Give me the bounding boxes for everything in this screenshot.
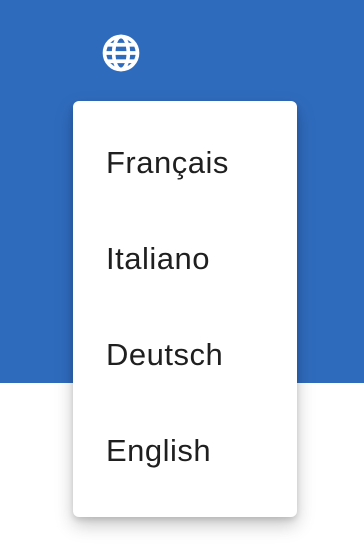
language-option-italian[interactable]: Italiano: [73, 211, 297, 307]
language-option-label: Deutsch: [106, 337, 224, 372]
language-menu: Français Italiano Deutsch English: [73, 101, 297, 517]
language-option-french[interactable]: Français: [73, 115, 297, 211]
page: Français Italiano Deutsch English: [0, 0, 364, 550]
globe-icon: [102, 34, 140, 72]
language-option-label: Français: [106, 145, 229, 180]
language-option-label: English: [106, 433, 212, 468]
language-switcher-button[interactable]: [99, 31, 143, 75]
language-option-german[interactable]: Deutsch: [73, 307, 297, 403]
language-option-label: Italiano: [106, 241, 210, 276]
language-option-english[interactable]: English: [73, 403, 297, 499]
